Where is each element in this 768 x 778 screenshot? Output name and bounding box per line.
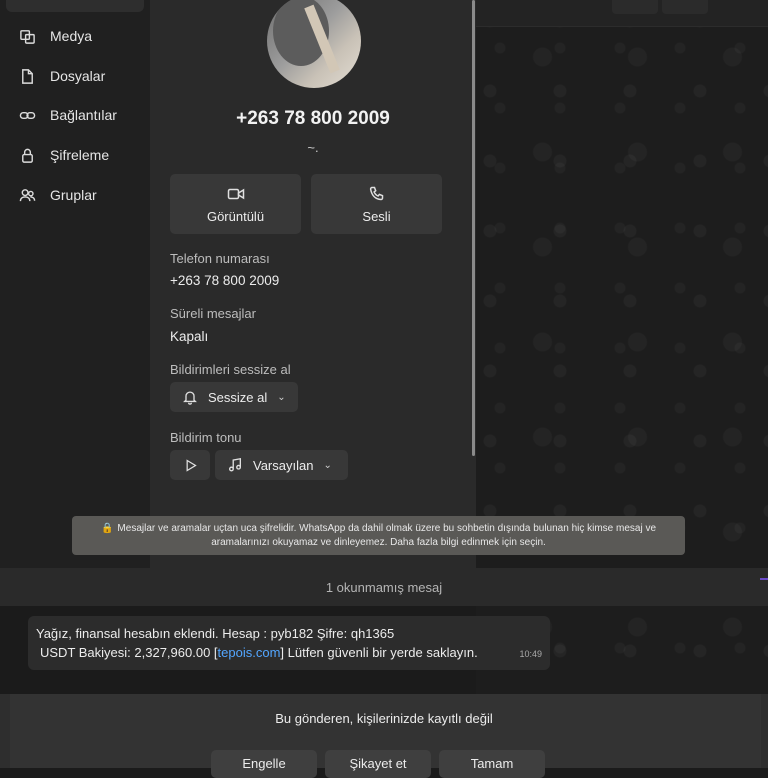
sidebar-item-label: Dosyalar	[50, 68, 106, 84]
message-bubble[interactable]: Yağız, finansal hesabın eklendi. Hesap :…	[28, 616, 550, 670]
report-button[interactable]: Şikayet et	[325, 750, 431, 778]
block-button[interactable]: Engelle	[211, 750, 317, 778]
link-icon	[18, 106, 36, 124]
sidebar-item-files[interactable]: Dosyalar	[10, 61, 146, 91]
sidebar-item-label: Gruplar	[50, 187, 97, 203]
disappearing-messages-label: Süreli mesajlar	[170, 306, 256, 321]
file-icon	[18, 67, 36, 85]
contact-phone-title: +263 78 800 2009	[236, 108, 390, 129]
header-button[interactable]	[612, 0, 658, 14]
mute-notifications-label: Bildirimleri sessize al	[170, 362, 291, 377]
unread-messages-label: 1 okunmamış mesaj	[325, 579, 443, 595]
message-line: USDT Bakiyesi: 2,327,960.00 [tepois.com]…	[40, 645, 478, 660]
group-icon	[18, 186, 36, 204]
sidebar-item-overview[interactable]	[6, 0, 144, 12]
phone-number-value[interactable]: +263 78 800 2009	[170, 273, 279, 288]
lock-icon: 🔒	[100, 522, 114, 534]
play-tone-button[interactable]	[170, 450, 210, 480]
tone-select[interactable]: Varsayılan ⌄	[215, 450, 348, 480]
disappearing-messages-value[interactable]: Kapalı	[170, 329, 208, 344]
tone-select-value: Varsayılan	[253, 457, 314, 473]
sidebar-item-label: Medya	[50, 28, 93, 44]
ok-button[interactable]: Tamam	[439, 750, 545, 778]
sidebar-item-encryption[interactable]: Şifreleme	[10, 140, 146, 170]
notice-text: 🔒 Mesajlar ve aramalar uçtan uca şifrelid…	[100, 522, 657, 548]
mute-button[interactable]: Sessize al ⌄	[170, 382, 298, 412]
mute-button-label: Sessize al	[208, 389, 268, 405]
sidebar-item-links[interactable]: Bağlantılar	[10, 100, 146, 130]
chevron-down-icon: ⌄	[277, 391, 286, 403]
sidebar-item-label: Şifreleme	[50, 147, 110, 163]
message-link[interactable]: tepois.com	[218, 645, 281, 660]
video-call-button[interactable]: Görüntülü	[170, 174, 301, 234]
bell-icon	[183, 391, 197, 405]
voice-call-label: Sesli	[362, 208, 391, 224]
phone-number-label: Telefon numarası	[170, 251, 270, 266]
notification-tone-label: Bildirim tonu	[170, 430, 242, 445]
video-call-label: Görüntülü	[206, 208, 265, 224]
play-icon	[186, 458, 197, 472]
sidebar-item-media[interactable]: Medya	[10, 21, 146, 51]
encryption-notice[interactable]: 🔒 Mesajlar ve aramalar uçtan uca şifrelid…	[72, 516, 685, 555]
lock-icon	[18, 146, 36, 164]
video-camera-icon	[227, 188, 244, 199]
header-button[interactable]	[712, 0, 758, 14]
sidebar-item-groups[interactable]: Gruplar	[10, 180, 146, 210]
message-line: Yağız, finansal hesabın eklendi. Hesap :…	[36, 626, 395, 641]
music-note-icon	[229, 457, 241, 472]
voice-call-button[interactable]: Sesli	[311, 174, 442, 234]
message-time: 10:49	[519, 649, 542, 659]
chevron-down-icon: ⌄	[323, 459, 332, 471]
unread-messages-divider: 1 okunmamış mesaj	[0, 568, 768, 606]
header-button[interactable]	[662, 0, 708, 14]
media-icon	[18, 27, 36, 45]
not-in-contacts-text: Bu gönderen, kişilerinizde kayıtlı değil	[275, 711, 493, 726]
contact-about: ~.	[307, 140, 319, 155]
panel-scrollbar[interactable]	[472, 0, 475, 456]
phone-icon	[369, 186, 383, 200]
sidebar-item-label: Bağlantılar	[50, 107, 117, 123]
accent-line	[760, 578, 768, 580]
